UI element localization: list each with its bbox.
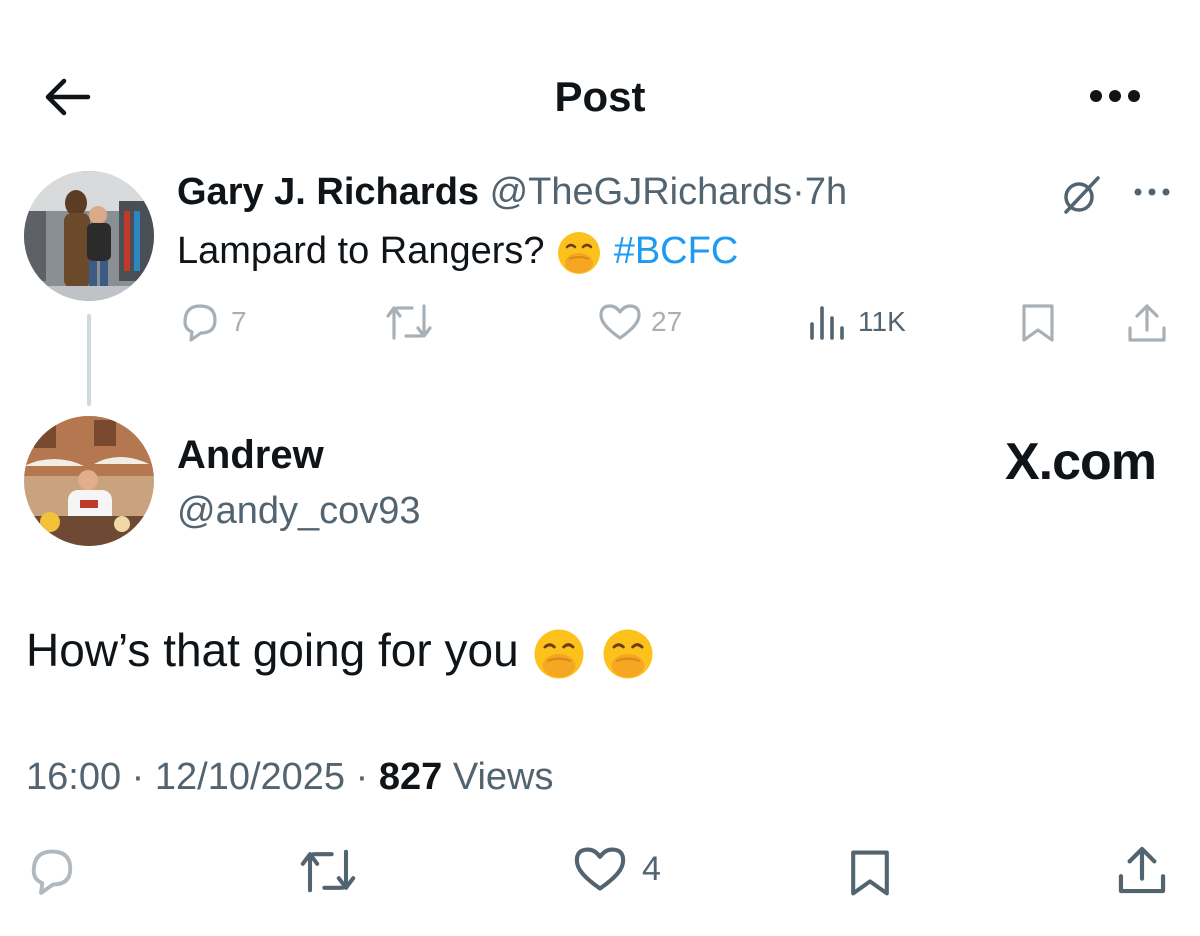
hashtag-link[interactable]: #BCFC xyxy=(614,230,739,272)
views-count: 827 xyxy=(378,756,443,798)
like-icon xyxy=(574,847,626,891)
more-icon xyxy=(1090,90,1140,102)
like-button[interactable]: 4 xyxy=(572,844,661,894)
hand-over-mouth-emoji xyxy=(603,629,653,679)
post-body: How’s that going for you xyxy=(26,620,656,682)
post-metadata: 16:00 · 12/10/2025 · 827 Views xyxy=(26,752,554,802)
avatar[interactable] xyxy=(24,171,154,301)
views-button[interactable]: 11K xyxy=(806,302,906,342)
share-button[interactable] xyxy=(1126,302,1168,344)
more-button[interactable] xyxy=(1088,76,1142,116)
reply-icon xyxy=(31,849,73,895)
parent-more-button[interactable] xyxy=(1130,180,1174,204)
retweet-button[interactable] xyxy=(298,846,358,896)
avatar-image xyxy=(24,171,154,301)
grok-icon xyxy=(1064,176,1100,214)
views-count: 11K xyxy=(858,306,906,337)
parent-post-header: Gary J. Richards @TheGJRichards·7h xyxy=(177,167,847,217)
post-text: How’s that going for you xyxy=(26,624,519,676)
views-icon xyxy=(810,306,844,340)
hand-over-mouth-emoji xyxy=(534,629,584,679)
author-name[interactable]: Andrew xyxy=(177,430,324,480)
parent-action-bar: 7 27 xyxy=(0,300,1200,350)
share-icon xyxy=(1128,304,1166,342)
post-time[interactable]: 16:00 xyxy=(26,756,121,798)
separator: · xyxy=(355,756,369,798)
bookmark-icon xyxy=(1022,304,1054,342)
bookmark-button[interactable] xyxy=(1018,302,1058,344)
post-text: Lampard to Rangers? xyxy=(177,230,545,272)
action-bar: 4 xyxy=(0,840,1200,910)
views-label: Views xyxy=(452,756,554,798)
author-handle[interactable]: @TheGJRichards xyxy=(490,171,793,213)
retweet-button[interactable] xyxy=(384,302,434,342)
reply-icon xyxy=(183,304,217,342)
retweet-icon xyxy=(300,849,356,893)
watermark: X.com xyxy=(1004,433,1157,491)
separator: · xyxy=(792,171,805,213)
bookmark-button[interactable] xyxy=(846,846,894,900)
like-button[interactable]: 27 xyxy=(597,302,682,342)
author-name[interactable]: Gary J. Richards xyxy=(177,171,479,213)
post-time[interactable]: 7h xyxy=(805,171,847,213)
separator: · xyxy=(131,756,145,798)
like-count: 27 xyxy=(651,306,683,337)
more-icon xyxy=(1134,188,1170,196)
like-count: 4 xyxy=(642,849,661,888)
share-button[interactable] xyxy=(1116,844,1168,896)
reply-count: 7 xyxy=(231,306,247,337)
bookmark-icon xyxy=(851,850,889,896)
author-handle[interactable]: @andy_cov93 xyxy=(177,486,421,536)
reply-button[interactable]: 7 xyxy=(177,302,247,342)
avatar-image xyxy=(24,416,154,546)
parent-post-text: Lampard to Rangers? #BCFC xyxy=(177,225,738,277)
post-date[interactable]: 12/10/2025 xyxy=(155,756,345,798)
hand-over-mouth-emoji xyxy=(558,231,601,274)
reply-button[interactable] xyxy=(24,846,80,896)
avatar[interactable] xyxy=(24,416,154,546)
grok-button[interactable] xyxy=(1058,172,1104,218)
retweet-icon xyxy=(386,304,432,340)
page-title: Post xyxy=(554,73,646,120)
post-page: Post Gary J. Richards @TheGJRichards·7h xyxy=(0,0,1200,936)
share-icon xyxy=(1118,846,1166,894)
like-icon xyxy=(599,304,641,340)
